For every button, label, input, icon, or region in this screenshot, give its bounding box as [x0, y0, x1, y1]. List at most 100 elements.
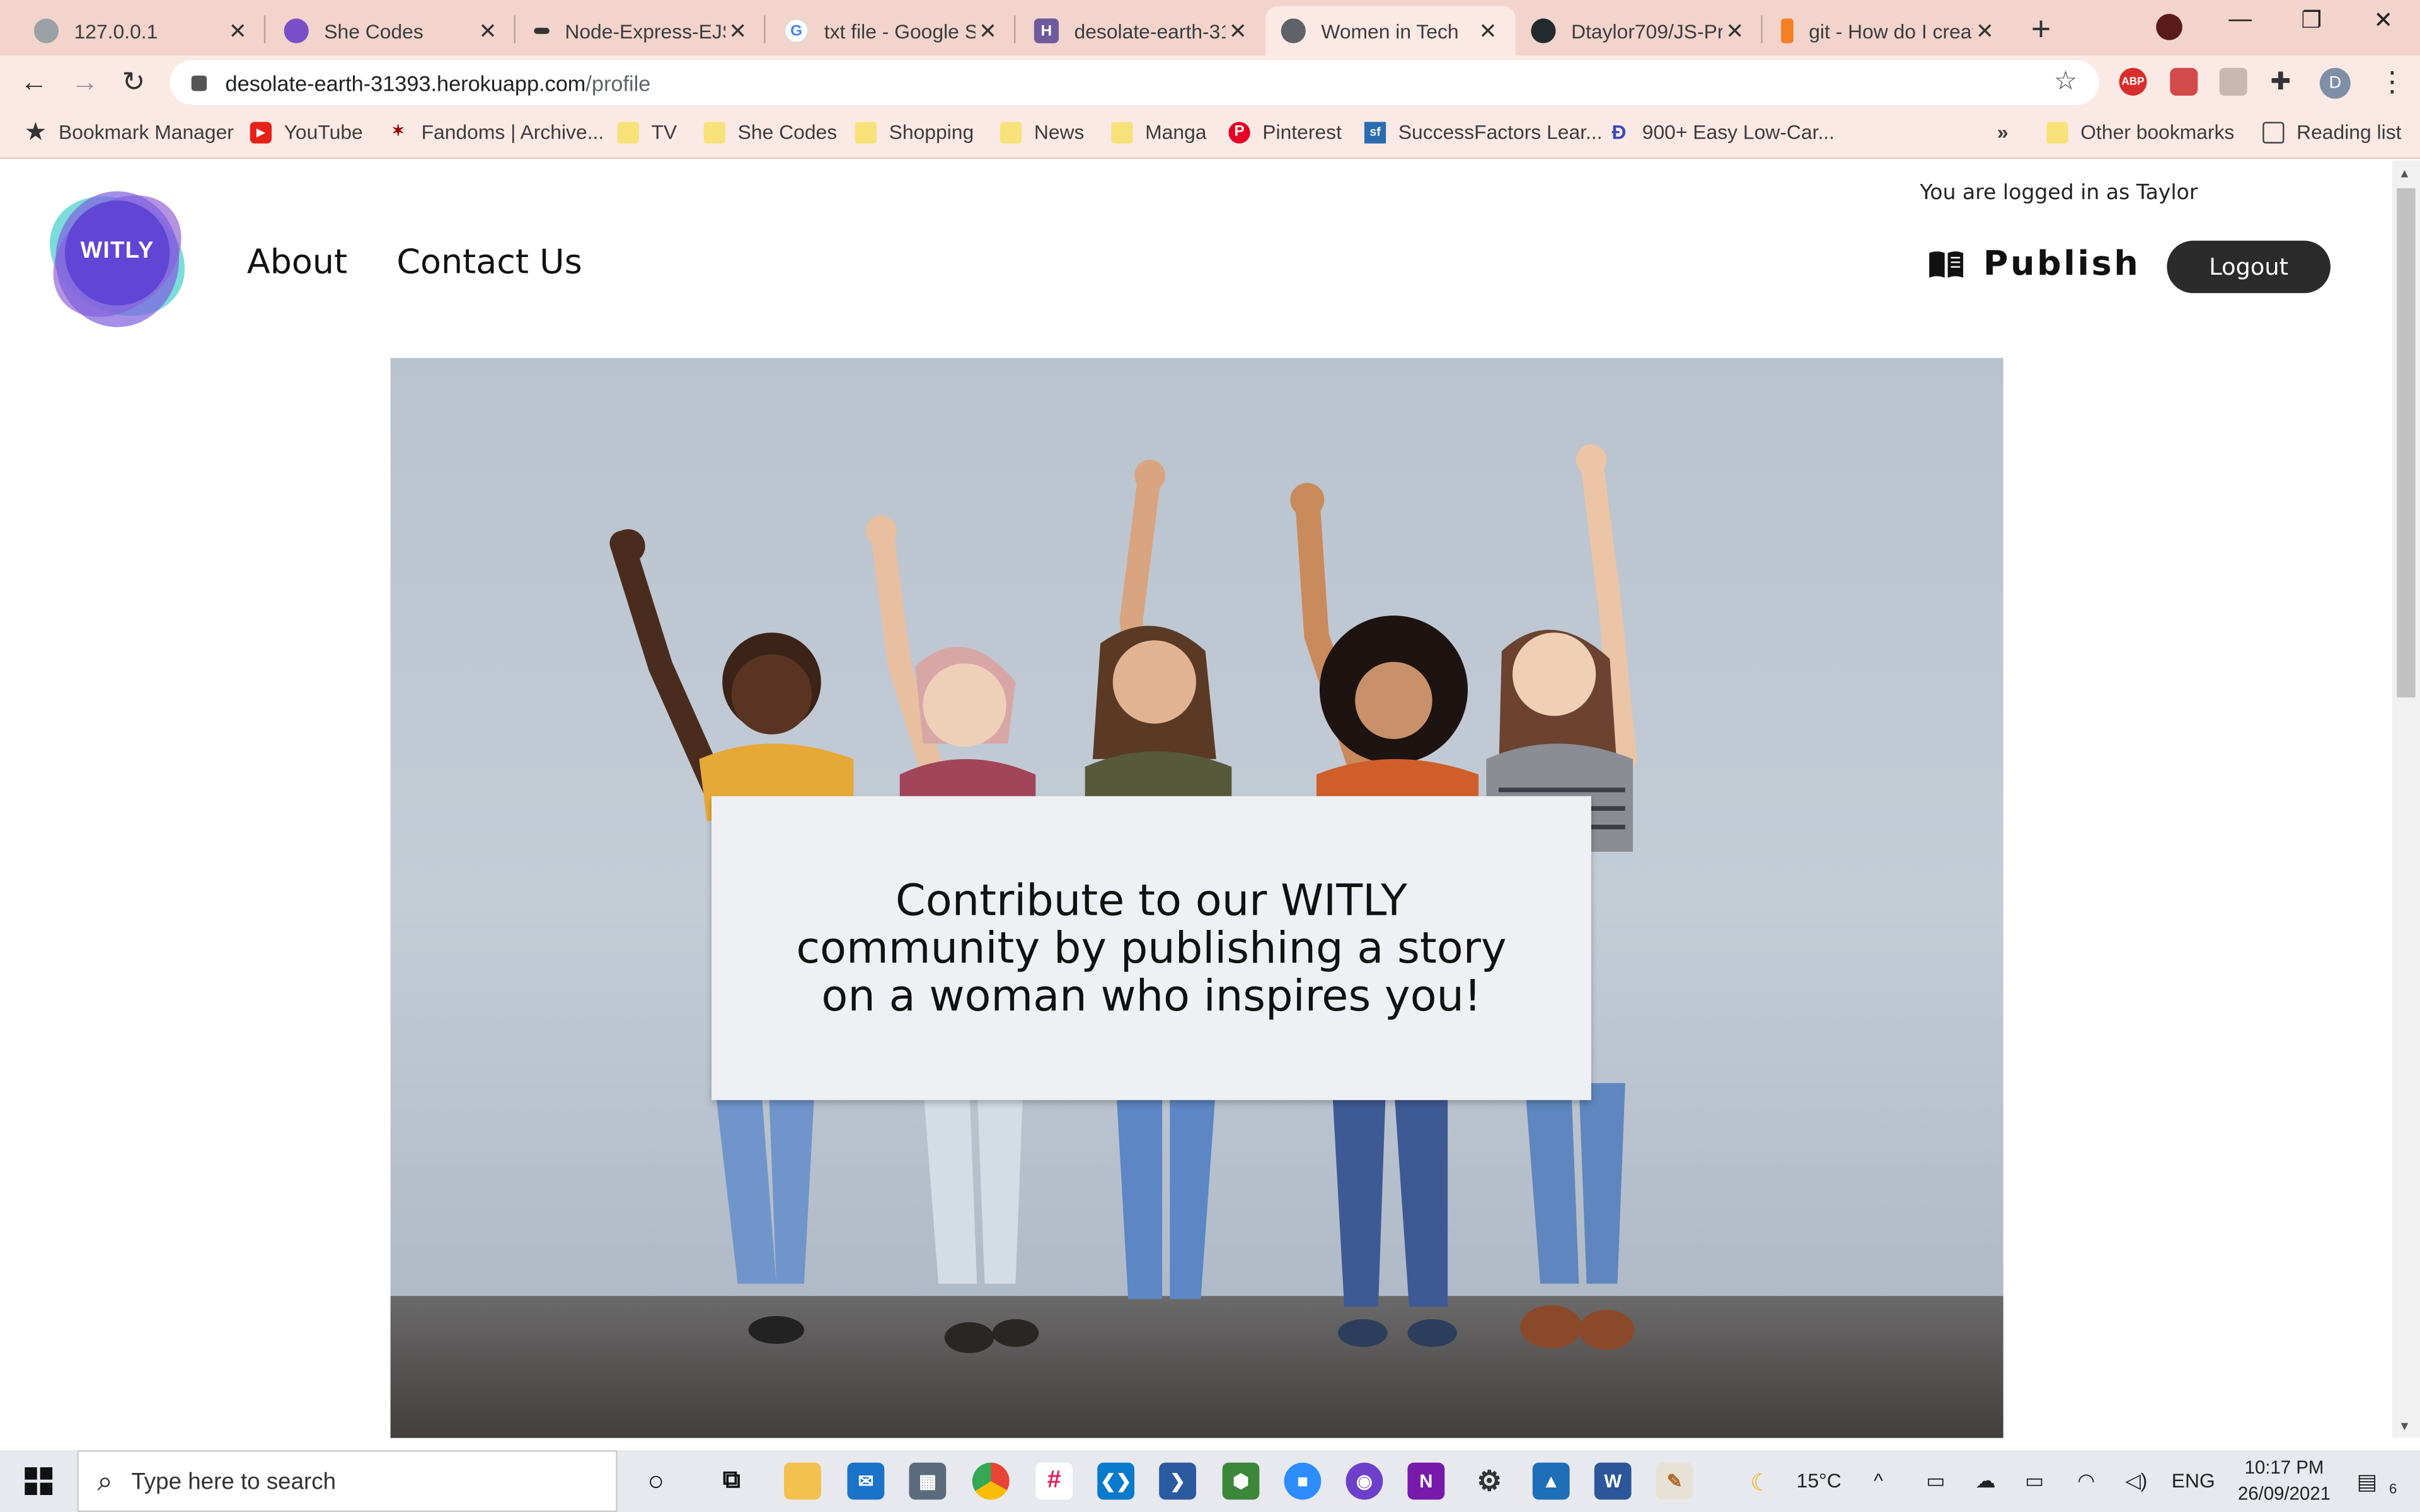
- profile-avatar[interactable]: D: [2319, 67, 2351, 99]
- close-icon[interactable]: ✕: [976, 18, 1000, 44]
- tab-stackoverflow[interactable]: git - How do I create ✕: [1766, 6, 2013, 55]
- bookmark-folder[interactable]: News: [1000, 120, 1085, 144]
- tab-google-search[interactable]: G txt file - Google Search ✕: [769, 6, 1016, 55]
- bookmark-label: 900+ Easy Low-Car...: [1642, 120, 1835, 144]
- notifications-icon[interactable]: ▤: [2357, 1469, 2377, 1495]
- tab-github[interactable]: Dtaylor709/JS-Project ✕: [1516, 6, 1763, 55]
- taskbar-search-box[interactable]: ⌕ Type here to search: [77, 1450, 618, 1512]
- witly-logo[interactable]: WITLY: [40, 179, 195, 333]
- weather-moon-icon[interactable]: ☾: [1750, 1469, 1771, 1497]
- close-icon[interactable]: ✕: [1973, 18, 1997, 44]
- minimize-icon[interactable]: —: [2228, 6, 2252, 33]
- windows-start-icon[interactable]: [25, 1467, 53, 1496]
- tab-node-express[interactable]: Node-Express-EJS ✕: [519, 6, 766, 55]
- scroll-thumb[interactable]: [2397, 188, 2416, 697]
- weather-temperature[interactable]: 15°C: [1797, 1469, 1841, 1492]
- chrome-icon[interactable]: [972, 1462, 1010, 1500]
- bookmark-label: YouTube: [284, 120, 363, 144]
- taskbar-clock[interactable]: 10:17 PM 26/09/2021: [2223, 1455, 2346, 1507]
- onenote-icon[interactable]: N: [1407, 1462, 1445, 1500]
- task-view-icon[interactable]: ⧉: [713, 1463, 750, 1500]
- extension-red-icon[interactable]: [2170, 67, 2198, 96]
- word-icon[interactable]: W: [1594, 1462, 1632, 1500]
- bookmark-item[interactable]: Ð 900+ Easy Low-Car...: [1608, 120, 1835, 144]
- bookmark-label: Manga: [1145, 120, 1207, 144]
- file-explorer-icon[interactable]: [784, 1462, 821, 1500]
- volume-icon[interactable]: ◁): [2125, 1469, 2147, 1493]
- scroll-down-arrow-icon[interactable]: ▼: [2399, 1419, 2411, 1433]
- paint-icon[interactable]: ✎: [1656, 1462, 1693, 1500]
- address-bar[interactable]: desolate-earth-31393.herokuapp.com /prof…: [170, 60, 2099, 105]
- tab-search-icon[interactable]: [2156, 14, 2182, 40]
- new-tab-button[interactable]: +: [2031, 9, 2051, 50]
- tab-women-in-tech[interactable]: Women in Tech ✕: [1265, 6, 1516, 56]
- hero-image: Contribute to our WITLY community by pub…: [390, 358, 2003, 1438]
- publish-button[interactable]: Publish: [1928, 245, 2141, 284]
- bookmark-folder[interactable]: Shopping: [855, 120, 974, 144]
- close-icon[interactable]: ✕: [1226, 18, 1250, 44]
- close-icon[interactable]: ✕: [1722, 18, 1747, 44]
- nav-contact-link[interactable]: Contact Us: [396, 244, 582, 282]
- language-indicator[interactable]: ENG: [2172, 1469, 2215, 1492]
- slack-icon[interactable]: #: [1035, 1462, 1073, 1500]
- close-icon[interactable]: ✕: [1475, 18, 1500, 44]
- restore-icon[interactable]: ❐: [2301, 6, 2322, 34]
- battery-icon[interactable]: ▭: [2025, 1469, 2044, 1493]
- scroll-up-arrow-icon[interactable]: ▲: [2399, 166, 2411, 180]
- overflow-chevron-icon: »: [1997, 120, 2008, 144]
- reload-icon[interactable]: ↻: [122, 66, 145, 98]
- vscode-icon[interactable]: ❮❯: [1097, 1462, 1135, 1500]
- onedrive-icon[interactable]: ☁: [1976, 1469, 1996, 1493]
- bookmark-item[interactable]: ✶ Fandoms | Archive...: [388, 120, 604, 144]
- calculator-icon[interactable]: ▦: [909, 1462, 947, 1500]
- tab-she-codes[interactable]: She Codes ✕: [268, 6, 516, 55]
- browser-tab-strip: 127.0.0.1 ✕ She Codes ✕ Node-Express-EJS…: [0, 0, 2420, 56]
- reading-list[interactable]: Reading list: [2262, 120, 2401, 144]
- tray-chevron-up-icon[interactable]: ^: [1874, 1469, 1883, 1492]
- tab-heroku[interactable]: H desolate-earth-31393 ✕: [1018, 6, 1265, 55]
- meet-now-icon[interactable]: ▭: [1926, 1469, 1945, 1493]
- tab-127-0-0-1[interactable]: 127.0.0.1 ✕: [18, 6, 265, 55]
- bookmark-folder[interactable]: She Codes: [703, 120, 837, 144]
- bookmark-folder[interactable]: TV: [617, 120, 677, 144]
- window-close-icon[interactable]: ✕: [2374, 6, 2394, 34]
- forward-icon[interactable]: →: [71, 66, 99, 98]
- logout-button[interactable]: Logout: [2167, 241, 2331, 294]
- adblock-icon[interactable]: ABP: [2119, 67, 2147, 96]
- zoom-icon[interactable]: ■: [1284, 1462, 1322, 1500]
- folder-icon: [1111, 121, 1133, 143]
- photos-icon[interactable]: ▲: [1532, 1462, 1570, 1500]
- logout-label: Logout: [2209, 253, 2289, 281]
- bookmark-item[interactable]: ★ Bookmark Manager: [25, 119, 234, 144]
- bookmark-star-icon[interactable]: ☆: [2054, 66, 2077, 97]
- bookmark-folder[interactable]: Manga: [1111, 120, 1207, 144]
- nodejs-icon[interactable]: ⬢: [1222, 1462, 1260, 1500]
- back-icon[interactable]: ←: [20, 66, 48, 98]
- browser-menu-icon[interactable]: ⋮: [2378, 66, 2406, 98]
- bookmarks-overflow-button[interactable]: »: [1997, 120, 2008, 144]
- bookmark-label: News: [1034, 120, 1085, 144]
- other-bookmarks[interactable]: Other bookmarks: [2046, 120, 2234, 144]
- page-scrollbar[interactable]: ▲ ▼: [2392, 160, 2420, 1438]
- nav-about-link[interactable]: About: [247, 244, 347, 282]
- tab-title: git - How do I create: [1809, 19, 1973, 43]
- windows-taskbar: ⌕ Type here to search ○ ⧉ ✉ ▦ # ❮❯ ❯ ⬢ ■…: [0, 1450, 2420, 1512]
- close-icon[interactable]: ✕: [226, 18, 250, 44]
- extensions-puzzle-icon[interactable]: ✚: [2270, 66, 2291, 97]
- mail-icon[interactable]: ✉: [847, 1462, 885, 1500]
- close-icon[interactable]: ✕: [475, 18, 500, 44]
- github-desktop-icon[interactable]: ◉: [1345, 1462, 1383, 1500]
- extension-gray-icon[interactable]: [2219, 67, 2247, 96]
- wifi-icon[interactable]: ◠: [2077, 1469, 2095, 1493]
- bookmark-item[interactable]: P Pinterest: [1228, 120, 1342, 144]
- powershell-icon[interactable]: ❯: [1159, 1462, 1196, 1500]
- globe-icon: [1281, 18, 1306, 43]
- stackoverflow-icon: [1781, 18, 1794, 43]
- cortana-icon[interactable]: ○: [637, 1463, 674, 1500]
- browser-toolbar: ← → ↻ desolate-earth-31393.herokuapp.com…: [0, 55, 2420, 110]
- bookmark-item[interactable]: ▶ YouTube: [250, 120, 363, 144]
- settings-gear-icon[interactable]: ⚙: [1471, 1463, 1508, 1500]
- close-icon[interactable]: ✕: [725, 18, 750, 44]
- bookmark-item[interactable]: sf SuccessFactors Lear...: [1364, 120, 1603, 144]
- tab-divider: [1013, 15, 1016, 43]
